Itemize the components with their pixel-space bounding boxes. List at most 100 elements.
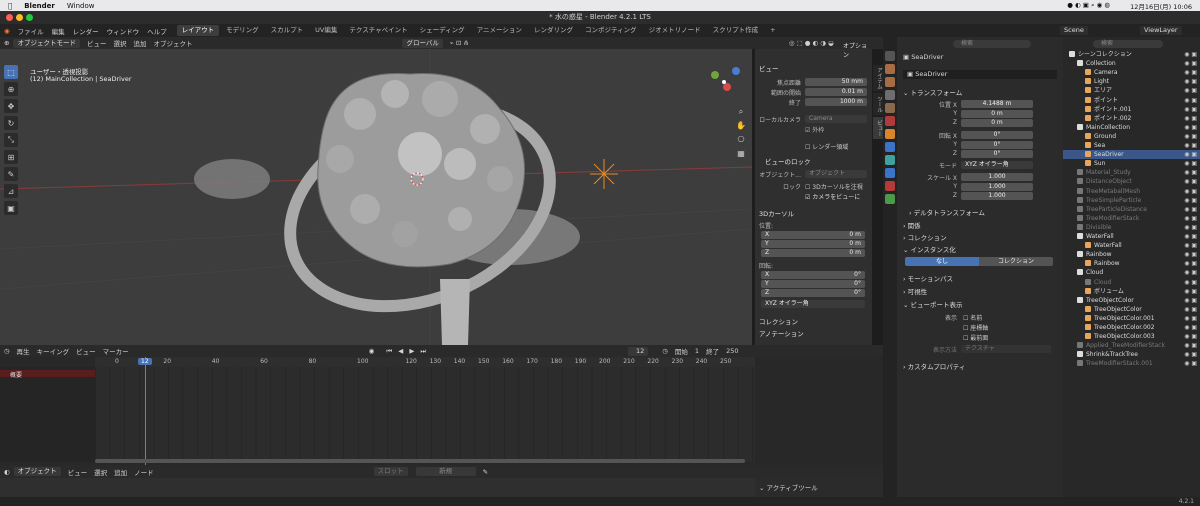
cursor-rot-x[interactable]: X 0° — [761, 271, 865, 279]
playback-controls[interactable]: ⏮ ◀ ▶ ⏭ — [386, 347, 428, 356]
outliner-row[interactable]: WaterFall ◉ ▣ — [1063, 241, 1200, 250]
modifier-tab-icon[interactable] — [885, 142, 895, 152]
menu-select[interactable]: 選択 — [113, 38, 126, 48]
in-front-checkbox[interactable]: ☐ 最前面 — [963, 333, 988, 342]
minimize-window-button[interactable] — [16, 14, 23, 21]
blender-logo-icon[interactable]: ◉ — [4, 27, 10, 35]
new-material-button[interactable]: 新規 — [415, 467, 476, 476]
tab-animation[interactable]: アニメーション — [472, 25, 527, 36]
tab-shading[interactable]: シェーディング — [415, 25, 470, 36]
tool-tab-icon[interactable] — [885, 51, 895, 61]
3d-cursor-header[interactable]: 3Dカーソル — [759, 208, 794, 218]
view-lock-header[interactable]: ビューのロック — [765, 156, 811, 166]
menu-window[interactable]: ウィンドウ — [107, 26, 140, 36]
node-add-menu[interactable]: 追加 — [114, 467, 127, 477]
keying-menu[interactable]: キーイング — [37, 346, 70, 356]
outliner-row[interactable]: TreeModifierStack.001 ◉ ▣ — [1063, 359, 1200, 368]
add-cube-icon[interactable]: ▣ — [4, 201, 18, 215]
tab-uv-editing[interactable]: UV編集 — [310, 25, 342, 36]
visibility-eye-icon[interactable]: ◉ ▣ — [1184, 50, 1197, 59]
visibility-eye-icon[interactable]: ◉ ▣ — [1184, 232, 1197, 241]
menu-add[interactable]: 追加 — [133, 38, 146, 48]
menu-edit[interactable]: 編集 — [52, 26, 65, 36]
outside-checkbox[interactable]: ☑ 外枠 — [805, 125, 824, 134]
visibility-eye-icon[interactable]: ◉ ▣ — [1184, 296, 1197, 305]
tab-modeling[interactable]: モデリング — [221, 25, 264, 36]
visibility-eye-icon[interactable]: ◉ ▣ — [1184, 150, 1197, 159]
visibility-eye-icon[interactable]: ◉ ▣ — [1184, 350, 1197, 359]
mac-status-icons[interactable]: ● ◐ ▣ ⌕ ◉ ◍ — [1067, 1, 1110, 10]
cursor-icon[interactable]: ⊕ — [4, 82, 18, 96]
data-tab-icon[interactable] — [885, 194, 895, 204]
outliner-row[interactable]: シーンコレクション ◉ ▣ — [1063, 50, 1200, 59]
timeline-ruler[interactable]: 0 20 40 60 80 100 120 130 140 150 160 170 180 190 200 2… — [95, 357, 755, 367]
output-tab-icon[interactable] — [885, 77, 895, 87]
visibility-eye-icon[interactable]: ◉ ▣ — [1184, 259, 1197, 268]
focal-length-field[interactable]: 50 mm — [805, 78, 867, 86]
zoom-icon[interactable]: ⌕ — [735, 105, 747, 119]
visibility-eye-icon[interactable]: ◉ ▣ — [1184, 132, 1197, 141]
outliner-row[interactable]: Ground ◉ ▣ — [1063, 132, 1200, 141]
delta-transform-header[interactable]: › デルタトランスフォーム — [909, 207, 985, 217]
transform-icon[interactable]: ⊞ — [4, 150, 18, 164]
show-name-checkbox[interactable]: ☐ 名前 — [963, 313, 982, 322]
visibility-eye-icon[interactable]: ◉ ▣ — [1184, 305, 1197, 314]
node-node-menu[interactable]: ノード — [134, 467, 154, 477]
tab-texture-paint[interactable]: テクスチャペイント — [344, 25, 412, 36]
world-tab-icon[interactable] — [885, 116, 895, 126]
instancing-collection-button[interactable]: コレクション — [979, 257, 1053, 266]
visibility-eye-icon[interactable]: ◉ ▣ — [1184, 105, 1197, 114]
visibility-eye-icon[interactable]: ◉ ▣ — [1184, 223, 1197, 232]
particles-tab-icon[interactable] — [885, 155, 895, 165]
rotation-z-field[interactable]: 0° — [961, 150, 1033, 158]
outliner-row[interactable]: SeaDriver ◉ ▣ — [1063, 150, 1200, 160]
outliner-row[interactable]: MainCollection ◉ ▣ — [1063, 123, 1200, 132]
tab-geometry-nodes[interactable]: ジオメトリノード — [644, 25, 706, 36]
physics-tab-icon[interactable] — [885, 168, 895, 178]
tab-layout[interactable]: レイアウト — [176, 25, 220, 36]
editor-type-icon[interactable]: ⊕ — [4, 39, 9, 47]
apple-icon[interactable]:  — [8, 2, 12, 10]
end-value[interactable]: 250 — [726, 347, 738, 355]
transform-orientation-dropdown[interactable]: グローバル — [402, 38, 443, 48]
instancing-header[interactable]: ⌄ インスタンス化 — [903, 244, 956, 254]
camera-to-view-checkbox[interactable]: ☑ カメラをビューに — [805, 192, 860, 201]
mode-dropdown[interactable]: オブジェクトモード — [13, 38, 80, 48]
visibility-eye-icon[interactable]: ◉ ▣ — [1184, 323, 1197, 332]
record-button[interactable]: ◉ — [369, 347, 375, 355]
cursor-loc-y[interactable]: Y0 m — [761, 240, 865, 248]
outliner-row[interactable]: エリア ◉ ▣ — [1063, 86, 1200, 95]
marker-menu[interactable]: マーカー — [103, 346, 129, 356]
outliner-row[interactable]: Light ◉ ▣ — [1063, 77, 1200, 86]
camera-view-icon[interactable]: ⎔ — [735, 133, 747, 147]
3d-viewport[interactable]: ⬚ ⊕ ✥ ↻ ⤡ ⊞ ✎ ⊿ ▣ ユーザー・透視投影 (12) MainCol… — [0, 49, 752, 345]
tab-rendering[interactable]: レンダリング — [529, 25, 578, 36]
menu-view[interactable]: ビュー — [87, 38, 107, 48]
local-camera-field[interactable]: Camera — [805, 115, 867, 123]
outliner-row[interactable]: Collection ◉ ▣ — [1063, 59, 1200, 68]
show-axes-checkbox[interactable]: ☐ 座標軸 — [963, 323, 988, 332]
close-window-button[interactable] — [6, 14, 13, 21]
outliner-row[interactable]: Rainbow ◉ ▣ — [1063, 259, 1200, 268]
relations-header[interactable]: › 関係 — [903, 220, 921, 230]
visibility-eye-icon[interactable]: ◉ ▣ — [1184, 96, 1197, 105]
summary-channel[interactable]: 概要 — [0, 370, 95, 379]
playback-menu[interactable]: 再生 — [17, 346, 30, 356]
clip-end-field[interactable]: 1000 m — [805, 98, 867, 106]
tab-sculpting[interactable]: スカルプト — [266, 25, 309, 36]
timer-icon[interactable]: ◷ — [662, 347, 668, 355]
outliner-row[interactable]: Material_Study ◉ ▣ — [1063, 168, 1200, 177]
outliner-row[interactable]: TreeObjectColor.002 ◉ ▣ — [1063, 323, 1200, 332]
render-tab-icon[interactable] — [885, 64, 895, 74]
collections-header[interactable]: › コレクション — [903, 232, 947, 242]
tab-item[interactable]: アイテム — [873, 65, 883, 91]
node-view-menu[interactable]: ビュー — [68, 467, 88, 477]
menu-object[interactable]: オブジェクト — [153, 38, 192, 48]
shading-icons[interactable]: ◎ ⬚ ● ◐ ◑ ◒ — [789, 39, 834, 47]
timeline-view-menu[interactable]: ビュー — [76, 346, 96, 356]
outliner-row[interactable]: TreeObjectColor ◉ ▣ — [1063, 296, 1200, 305]
pan-hand-icon[interactable]: ✋ — [735, 119, 747, 133]
visibility-eye-icon[interactable]: ◉ ▣ — [1184, 250, 1197, 259]
visibility-eye-icon[interactable]: ◉ ▣ — [1184, 59, 1197, 68]
collection-header[interactable]: コレクション — [759, 316, 798, 326]
